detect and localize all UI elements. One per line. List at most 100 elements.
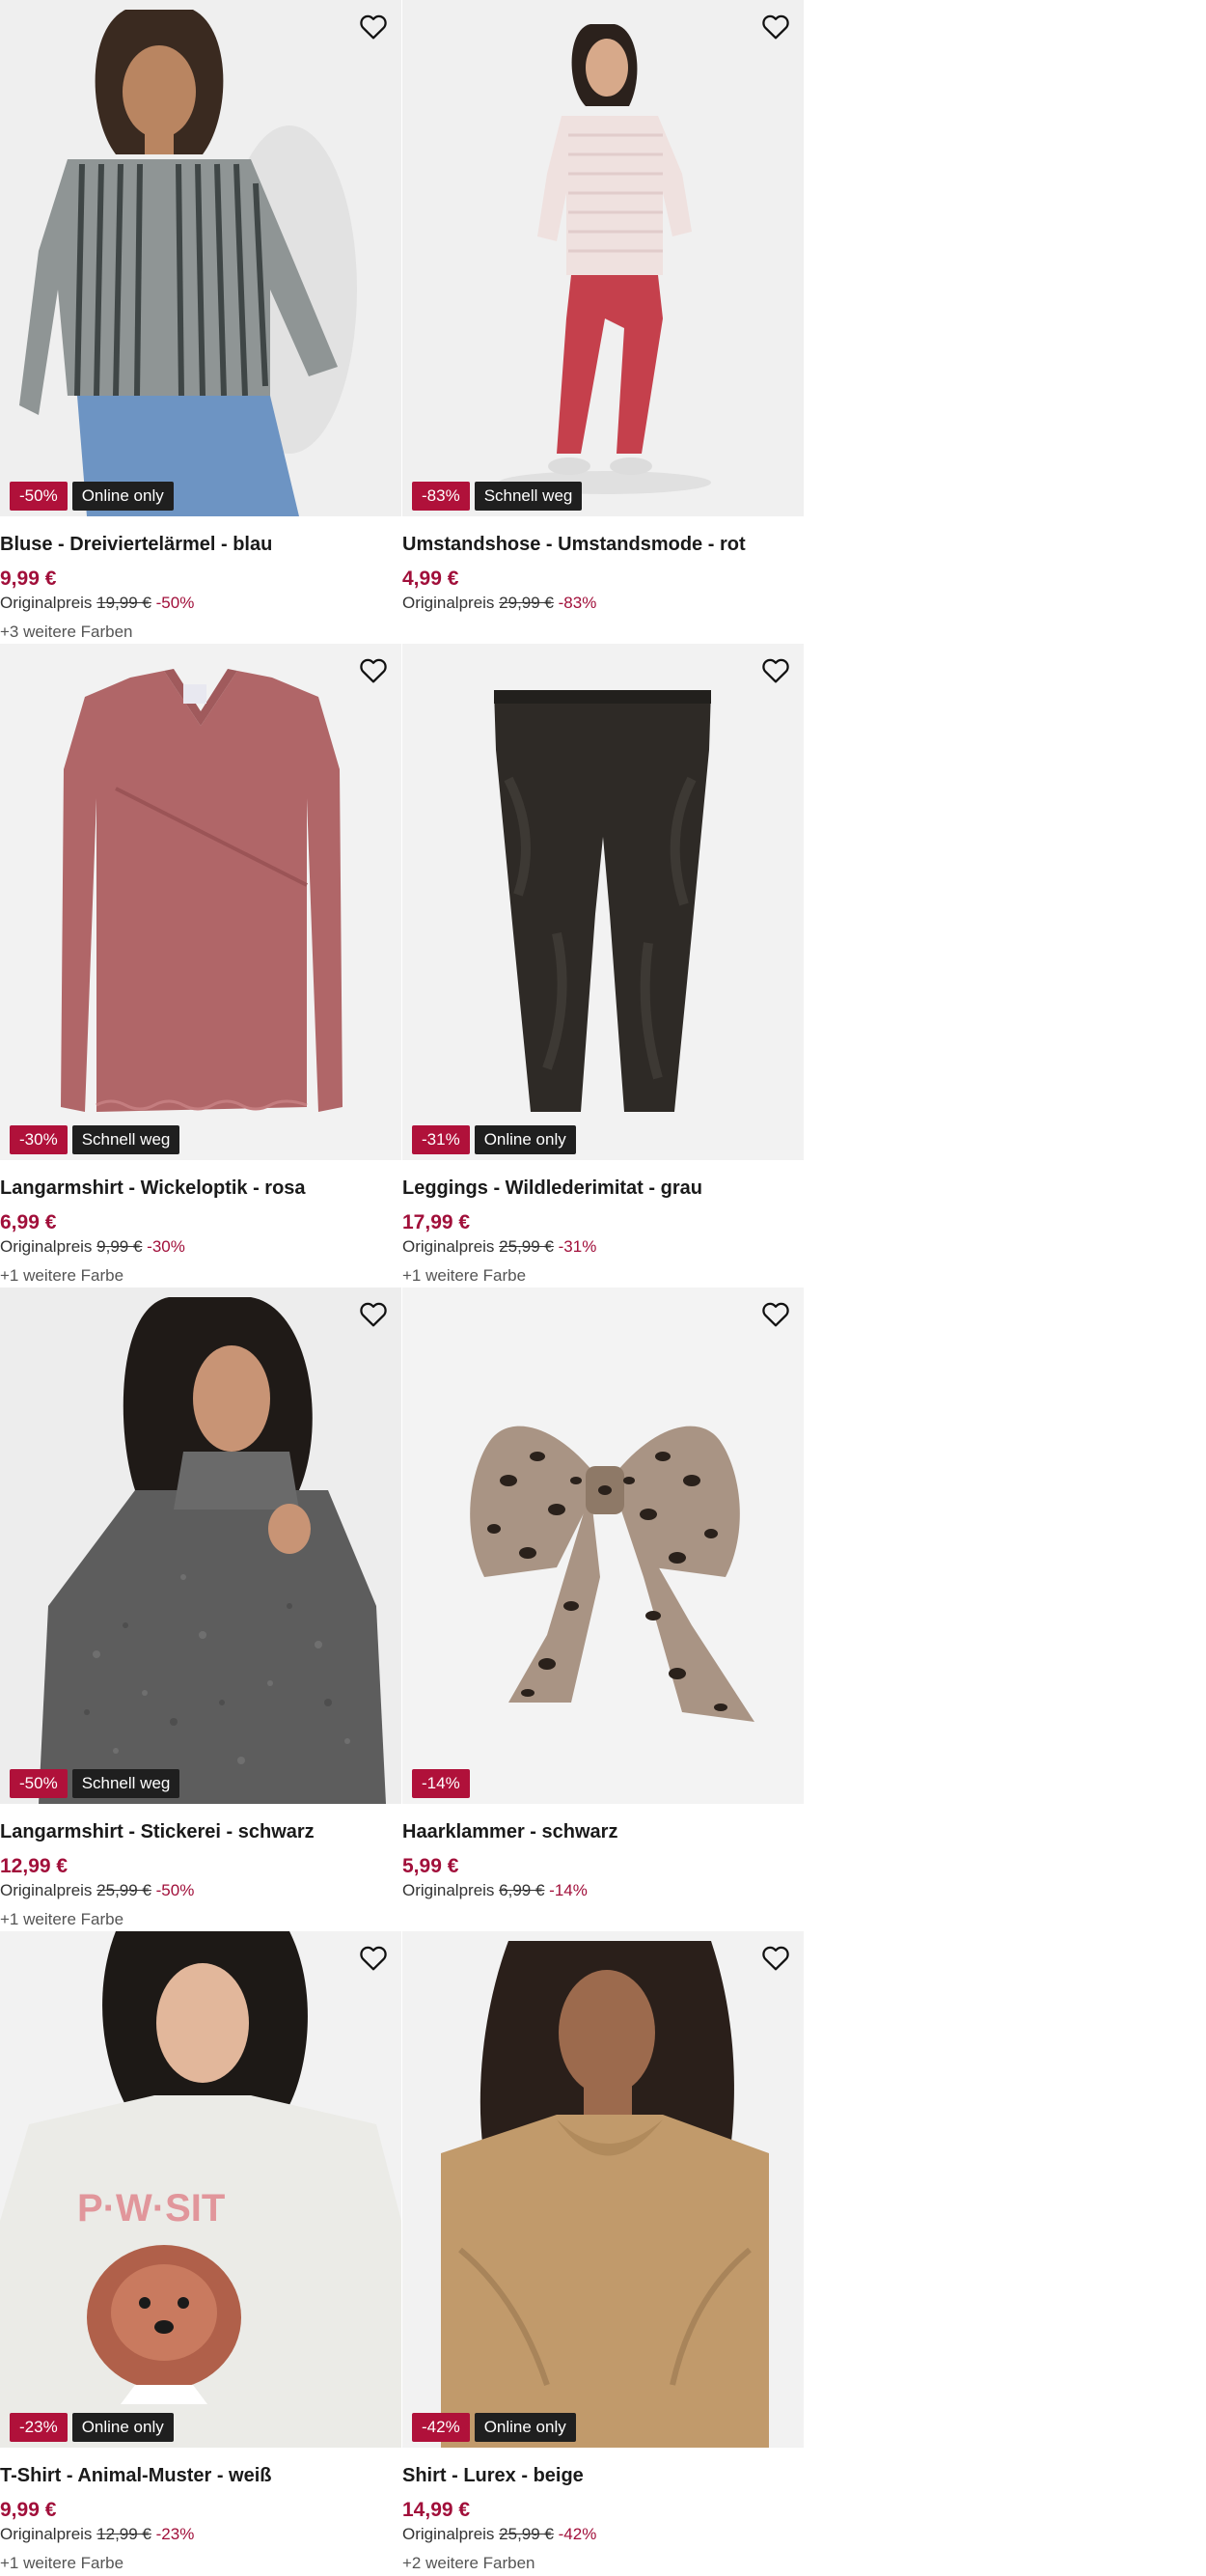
original-price: 25,99 €: [499, 1237, 554, 1256]
promo-badge: Online only: [71, 2413, 174, 2442]
discount-percent: -42%: [558, 2525, 597, 2543]
discount-badge: -42%: [412, 2413, 470, 2442]
promo-badge: Schnell weg: [71, 1769, 180, 1798]
discount-badge: -23%: [10, 2413, 68, 2442]
original-price-label: Originalpreis: [0, 594, 93, 612]
product-info: Langarmshirt - Wickeloptik - rosa 6,99 €…: [0, 1176, 396, 1288]
badge-row: -50% Online only: [10, 482, 174, 511]
original-price: 12,99 €: [96, 2525, 151, 2543]
more-colors-link[interactable]: +1 weitere Farbe: [0, 1908, 396, 1931]
discount-percent: -83%: [558, 594, 597, 612]
product-image[interactable]: -14%: [402, 1288, 804, 1804]
product-info: Haarklammer - schwarz 5,99 € Originalpre…: [402, 1819, 798, 1931]
original-price-label: Originalpreis: [0, 1881, 93, 1899]
product-card[interactable]: -50% Online only Bluse - Dreiviertelärme…: [0, 0, 402, 644]
original-price-line: Originalpreis 25,99 € -42%: [402, 2523, 798, 2546]
original-price-label: Originalpreis: [402, 594, 495, 612]
discount-badge: -83%: [412, 482, 470, 511]
original-price: 6,99 €: [499, 1881, 545, 1899]
heart-outline-icon: [360, 658, 387, 683]
heart-outline-icon: [360, 1946, 387, 1971]
product-card[interactable]: -83% Schnell weg Umstandshose - Umstands…: [402, 0, 805, 644]
product-photo: [0, 644, 401, 1160]
product-title[interactable]: Haarklammer - schwarz: [402, 1819, 798, 1845]
product-title[interactable]: Umstandshose - Umstandsmode - rot: [402, 532, 798, 558]
heart-outline-icon: [762, 1302, 789, 1327]
original-price: 19,99 €: [96, 594, 151, 612]
promo-badge: Online only: [474, 1125, 576, 1154]
promo-badge: Online only: [474, 2413, 576, 2442]
product-title[interactable]: Langarmshirt - Wickeloptik - rosa: [0, 1176, 396, 1202]
product-title[interactable]: Langarmshirt - Stickerei - schwarz: [0, 1819, 396, 1845]
product-photo: [402, 0, 804, 516]
discount-badge: -31%: [412, 1125, 470, 1154]
product-card[interactable]: -14% Haarklammer - schwarz 5,99 € Origin…: [402, 1288, 805, 1931]
sale-price: 9,99 €: [0, 568, 57, 590]
original-price: 9,99 €: [96, 1237, 143, 1256]
product-photo: P·W·SIT: [0, 1931, 401, 2448]
more-colors-link[interactable]: +1 weitere Farbe: [0, 1264, 396, 1288]
promo-badge: Online only: [71, 482, 174, 511]
discount-percent: -50%: [155, 594, 195, 612]
more-colors-link[interactable]: [402, 1908, 798, 1931]
original-price-line: Originalpreis 9,99 € -30%: [0, 1235, 396, 1259]
product-image[interactable]: -50% Schnell weg: [0, 1288, 401, 1804]
product-info: Shirt - Lurex - beige 14,99 € Originalpr…: [402, 2463, 798, 2575]
discount-badge: -30%: [10, 1125, 68, 1154]
product-card[interactable]: -50% Schnell weg Langarmshirt - Stickere…: [0, 1288, 402, 1931]
product-title[interactable]: Bluse - Dreiviertelärmel - blau: [0, 532, 396, 558]
original-price: 29,99 €: [499, 594, 554, 612]
product-info: Bluse - Dreiviertelärmel - blau 9,99 € O…: [0, 532, 396, 644]
original-price-line: Originalpreis 12,99 € -23%: [0, 2523, 396, 2546]
heart-outline-icon: [762, 14, 789, 40]
svg-text:P·W·SIT: P·W·SIT: [77, 2187, 225, 2230]
product-card[interactable]: -31% Online only Leggings - Wildlederimi…: [402, 644, 805, 1288]
wishlist-button[interactable]: [758, 653, 793, 688]
product-photo: [402, 644, 804, 1160]
product-info: Umstandshose - Umstandsmode - rot 4,99 €…: [402, 532, 798, 644]
discount-percent: -23%: [155, 2525, 195, 2543]
discount-badge: -14%: [412, 1769, 470, 1798]
product-card[interactable]: P·W·SIT -23% Online only T-Shirt - Anima…: [0, 1931, 402, 2575]
more-colors-link[interactable]: +1 weitere Farbe: [0, 2552, 396, 2575]
more-colors-link[interactable]: +1 weitere Farbe: [402, 1264, 798, 1288]
wishlist-button[interactable]: [758, 1941, 793, 1976]
product-photo: [402, 1931, 804, 2448]
product-image[interactable]: -83% Schnell weg: [402, 0, 804, 516]
sale-price: 12,99 €: [0, 1855, 69, 1877]
original-price-line: Originalpreis 19,99 € -50%: [0, 592, 396, 615]
original-price-label: Originalpreis: [0, 1237, 93, 1256]
wishlist-button[interactable]: [758, 1297, 793, 1332]
product-card[interactable]: -30% Schnell weg Langarmshirt - Wickelop…: [0, 644, 402, 1288]
original-price-line: Originalpreis 25,99 € -31%: [402, 1235, 798, 1259]
product-image[interactable]: -30% Schnell weg: [0, 644, 401, 1160]
sale-price: 14,99 €: [402, 2499, 471, 2521]
sale-price: 17,99 €: [402, 1211, 471, 1233]
wishlist-button[interactable]: [356, 653, 391, 688]
heart-outline-icon: [762, 1946, 789, 1971]
more-colors-link[interactable]: +2 weitere Farben: [402, 2552, 798, 2575]
product-photo: [402, 1288, 804, 1804]
wishlist-button[interactable]: [356, 1297, 391, 1332]
more-colors-link[interactable]: +3 weitere Farben: [0, 621, 396, 644]
product-image[interactable]: -42% Online only: [402, 1931, 804, 2448]
sale-price: 5,99 €: [402, 1855, 459, 1877]
product-title[interactable]: T-Shirt - Animal-Muster - weiß: [0, 2463, 396, 2489]
badge-row: -31% Online only: [412, 1125, 576, 1154]
original-price-line: Originalpreis 6,99 € -14%: [402, 1879, 798, 1902]
wishlist-button[interactable]: [356, 1941, 391, 1976]
wishlist-button[interactable]: [758, 10, 793, 44]
more-colors-link[interactable]: [402, 621, 798, 644]
product-card[interactable]: -42% Online only Shirt - Lurex - beige 1…: [402, 1931, 805, 2575]
product-title[interactable]: Shirt - Lurex - beige: [402, 2463, 798, 2489]
badge-row: -14%: [412, 1769, 470, 1798]
product-image[interactable]: P·W·SIT -23% Online only: [0, 1931, 401, 2448]
promo-badge: Schnell weg: [474, 482, 583, 511]
product-image[interactable]: -31% Online only: [402, 644, 804, 1160]
wishlist-button[interactable]: [356, 10, 391, 44]
product-title[interactable]: Leggings - Wildlederimitat - grau: [402, 1176, 798, 1202]
heart-outline-icon: [762, 658, 789, 683]
badge-row: -42% Online only: [412, 2413, 576, 2442]
original-price-line: Originalpreis 25,99 € -50%: [0, 1879, 396, 1902]
product-image[interactable]: -50% Online only: [0, 0, 401, 516]
